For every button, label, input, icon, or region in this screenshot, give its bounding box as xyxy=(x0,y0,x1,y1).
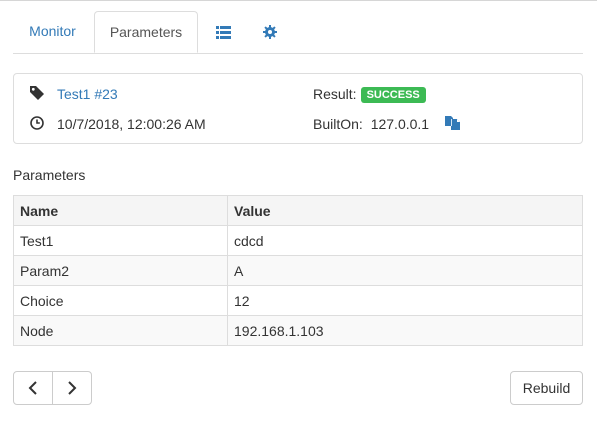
built-on-row: BuiltOn: 127.0.0.1 xyxy=(313,114,429,134)
copy-icon[interactable] xyxy=(445,115,460,130)
param-name-cell: Node xyxy=(13,315,228,346)
build-info-panel: Test1 #23 10/7/2018, 12:00:26 AM Result:… xyxy=(13,73,583,144)
tab-parameters[interactable]: Parameters xyxy=(94,11,198,53)
result-row: Result: SUCCESS xyxy=(313,84,426,104)
next-build-button[interactable] xyxy=(53,372,91,404)
build-pager xyxy=(13,371,92,405)
parameters-table: Name Value Test1 cdcd Param2 A Choice 12… xyxy=(13,195,583,346)
top-divider xyxy=(0,0,597,1)
column-header-name: Name xyxy=(13,195,228,226)
param-value-cell: cdcd xyxy=(227,225,583,256)
tab-bar: Monitor Parameters xyxy=(13,11,583,54)
list-icon xyxy=(215,25,231,39)
rebuild-button[interactable]: Rebuild xyxy=(510,371,583,405)
build-timestamp: 10/7/2018, 12:00:26 AM xyxy=(57,116,206,132)
param-value-cell: 192.168.1.103 xyxy=(227,315,583,346)
param-value-cell: A xyxy=(227,255,583,286)
clock-icon xyxy=(30,116,44,130)
result-label: Result: xyxy=(313,86,357,102)
param-name-cell: Test1 xyxy=(13,225,228,256)
parameters-heading: Parameters xyxy=(13,167,86,183)
tag-icon xyxy=(30,86,44,100)
built-on-value: 127.0.0.1 xyxy=(370,116,430,132)
table-row: Node 192.168.1.103 xyxy=(13,315,583,346)
built-on-label: BuiltOn: xyxy=(313,116,363,132)
job-build-link[interactable]: Test1 #23 xyxy=(57,84,118,104)
param-name-cell: Choice xyxy=(13,285,228,316)
build-parameters-view: Monitor Parameters Test1 #23 10/7/2018, … xyxy=(0,0,597,422)
previous-build-button[interactable] xyxy=(14,372,53,404)
chevron-right-icon xyxy=(68,381,77,395)
table-row: Choice 12 xyxy=(13,285,583,316)
status-badge: SUCCESS xyxy=(360,87,426,103)
gear-icon xyxy=(263,25,277,40)
param-name-cell: Param2 xyxy=(13,255,228,286)
table-row: Test1 cdcd xyxy=(13,225,583,256)
chevron-left-icon xyxy=(28,381,37,395)
tab-list[interactable] xyxy=(205,11,241,52)
table-row: Param2 A xyxy=(13,255,583,286)
tab-settings[interactable] xyxy=(254,11,286,52)
table-header-row: Name Value xyxy=(13,195,583,226)
column-header-value: Value xyxy=(227,195,583,226)
tab-monitor[interactable]: Monitor xyxy=(13,11,92,52)
param-value-cell: 12 xyxy=(227,285,583,316)
